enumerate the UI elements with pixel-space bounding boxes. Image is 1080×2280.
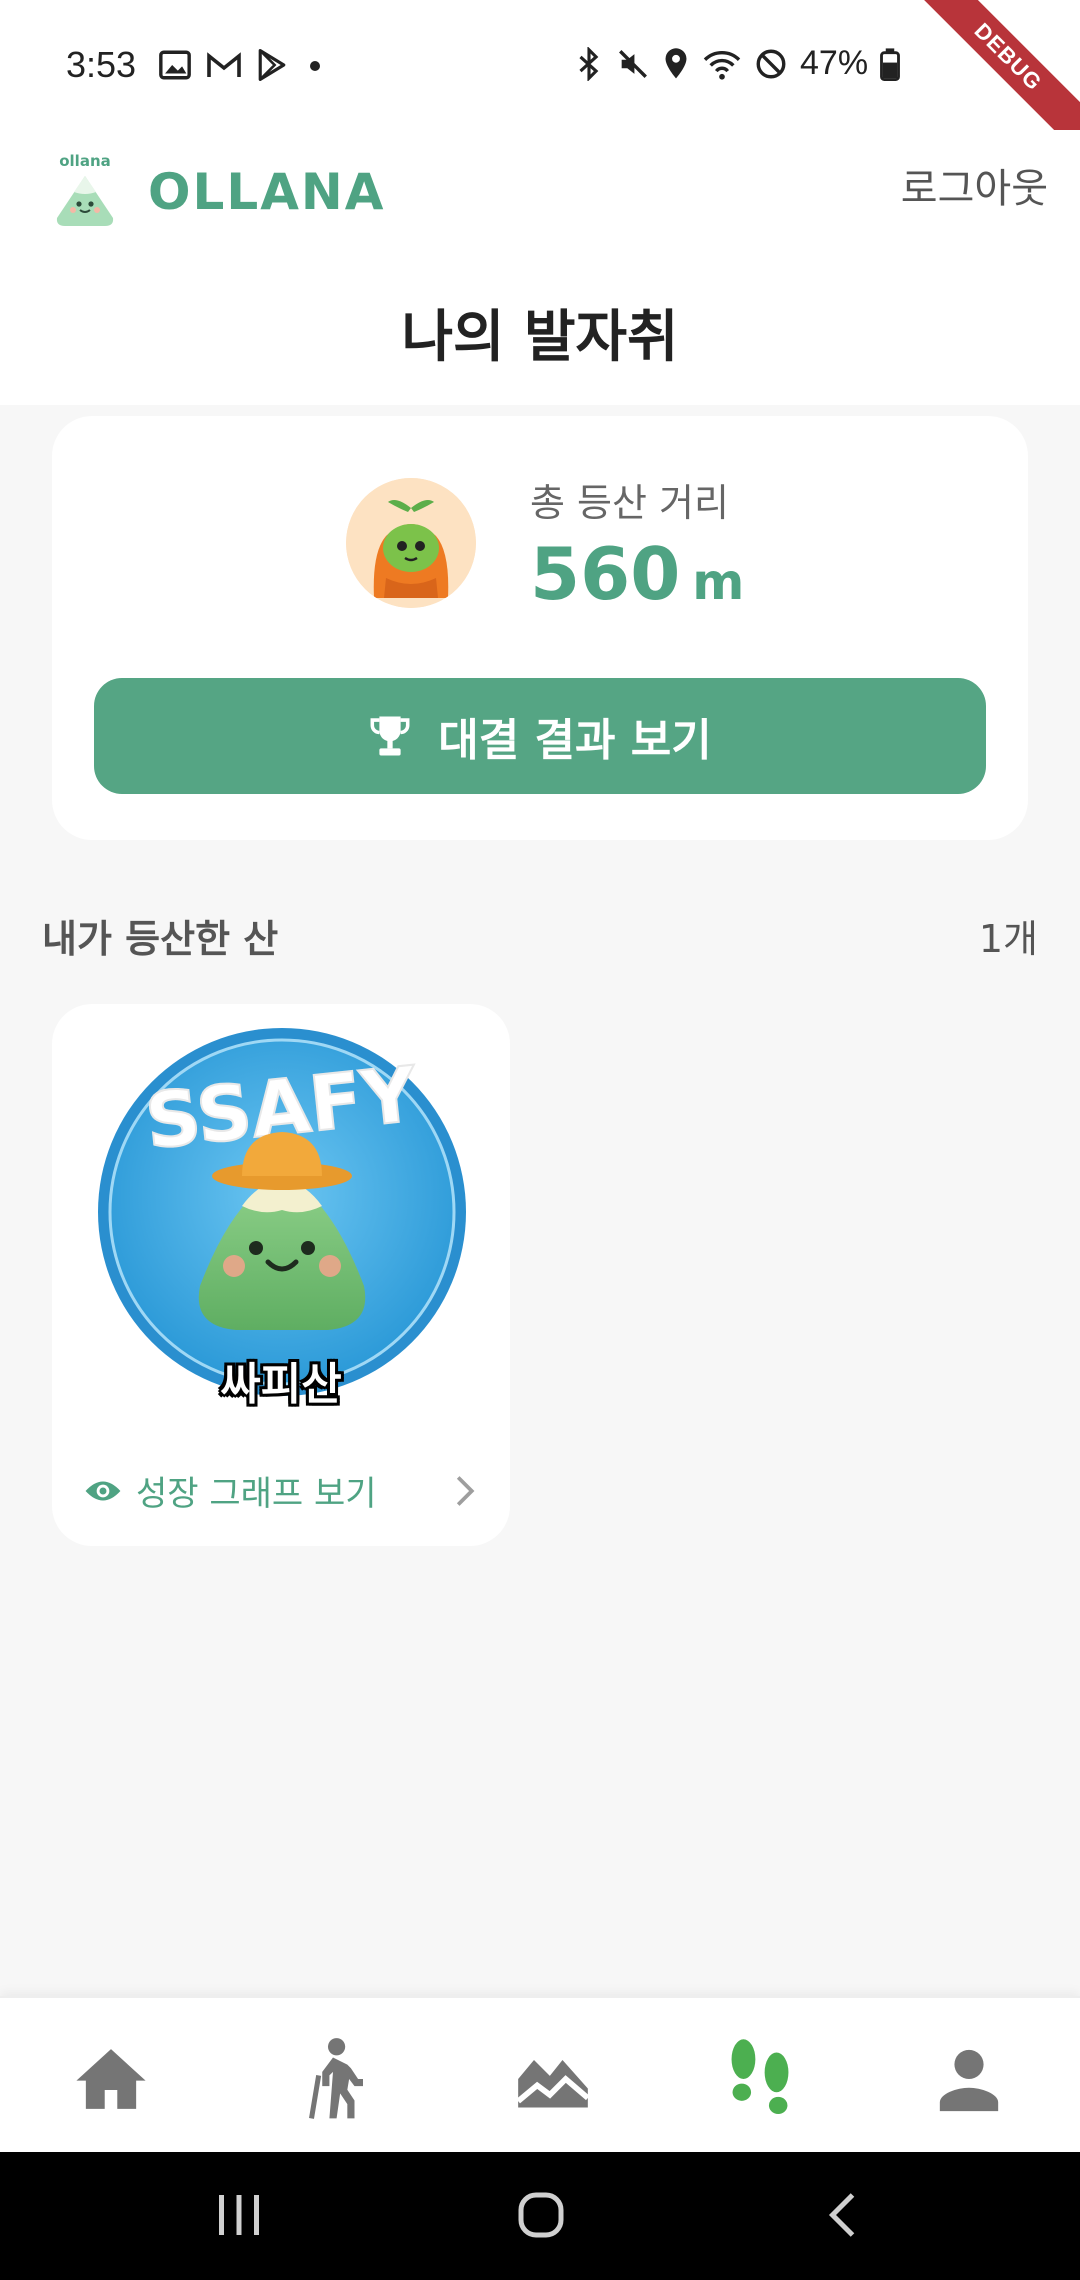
total-distance-number: 560 xyxy=(530,532,681,616)
logo-mascot-icon: ollana xyxy=(50,152,120,232)
climbed-mountains-count: 1개 xyxy=(978,917,1038,961)
mountain-badge-image: SSAFY xyxy=(96,1026,468,1398)
battle-results-button[interactable]: 대결 결과 보기 xyxy=(94,678,986,794)
battle-results-label: 대결 결과 보기 xyxy=(438,715,712,766)
notification-icons xyxy=(158,48,328,82)
dnd-icon xyxy=(756,49,786,78)
image-icon xyxy=(159,50,191,80)
system-navigation-bar xyxy=(0,2152,1080,2280)
play-store-icon xyxy=(258,49,286,81)
location-icon xyxy=(665,47,687,78)
footprints-icon xyxy=(731,2039,789,2115)
climbed-mountains-title: 내가 등산한 산 xyxy=(42,917,279,961)
logo-small-text: ollana xyxy=(59,152,111,170)
mountain-card[interactable]: SSAFY 싸피산 성장 그래프 보기 xyxy=(52,1004,510,1546)
total-distance-label: 총 등산 거리 xyxy=(530,481,729,525)
total-distance-unit: m xyxy=(692,553,745,611)
dot-icon xyxy=(310,61,320,71)
nav-profile[interactable] xyxy=(924,2034,1014,2124)
logo-text: OLLANA xyxy=(148,163,386,221)
recent-apps-button[interactable] xyxy=(214,2190,264,2240)
user-avatar xyxy=(346,478,476,608)
trophy-icon xyxy=(368,713,412,759)
nav-hiking[interactable] xyxy=(288,2034,378,2124)
home-circle-icon xyxy=(518,2192,564,2238)
back-button[interactable] xyxy=(820,2190,870,2240)
battery-icon xyxy=(880,47,900,81)
eye-icon xyxy=(84,1477,122,1505)
app-header: ollana OLLANA 로그아웃 나의 발자취 xyxy=(0,130,1080,405)
mountain-icon xyxy=(516,2060,590,2108)
mute-icon xyxy=(619,49,647,78)
summary-card: 총 등산 거리 560 m 대결 결과 보기 xyxy=(52,416,1028,840)
bottom-navigation xyxy=(0,1996,1080,2152)
total-distance-value: 560 m xyxy=(530,532,744,616)
app-logo: ollana OLLANA xyxy=(50,152,385,232)
battery-percent: 47% xyxy=(800,44,869,82)
status-time: 3:53 xyxy=(66,44,137,85)
recent-apps-icon xyxy=(219,2195,259,2235)
page-title: 나의 발자취 xyxy=(401,305,679,370)
home-icon xyxy=(76,2049,146,2109)
growth-graph-link[interactable]: 성장 그래프 보기 xyxy=(84,1466,377,1515)
nav-mountain[interactable] xyxy=(508,2034,598,2124)
home-system-button[interactable] xyxy=(516,2190,566,2240)
system-status: 47% xyxy=(574,44,900,83)
status-bar: 3:53 47% DEBUG xyxy=(0,0,1080,163)
bluetooth-icon xyxy=(579,46,599,81)
growth-graph-label: 성장 그래프 보기 xyxy=(136,1474,377,1514)
back-icon xyxy=(828,2193,855,2237)
chevron-right-icon xyxy=(454,1474,476,1512)
nav-footprints[interactable] xyxy=(715,2034,805,2124)
person-icon xyxy=(939,2049,999,2112)
hiking-icon xyxy=(309,2038,363,2119)
logout-button[interactable]: 로그아웃 xyxy=(901,156,1048,214)
mountain-name: 싸피산 xyxy=(220,1359,342,1410)
gmail-icon xyxy=(207,52,241,77)
nav-home[interactable] xyxy=(66,2034,156,2124)
wifi-icon xyxy=(703,50,741,80)
